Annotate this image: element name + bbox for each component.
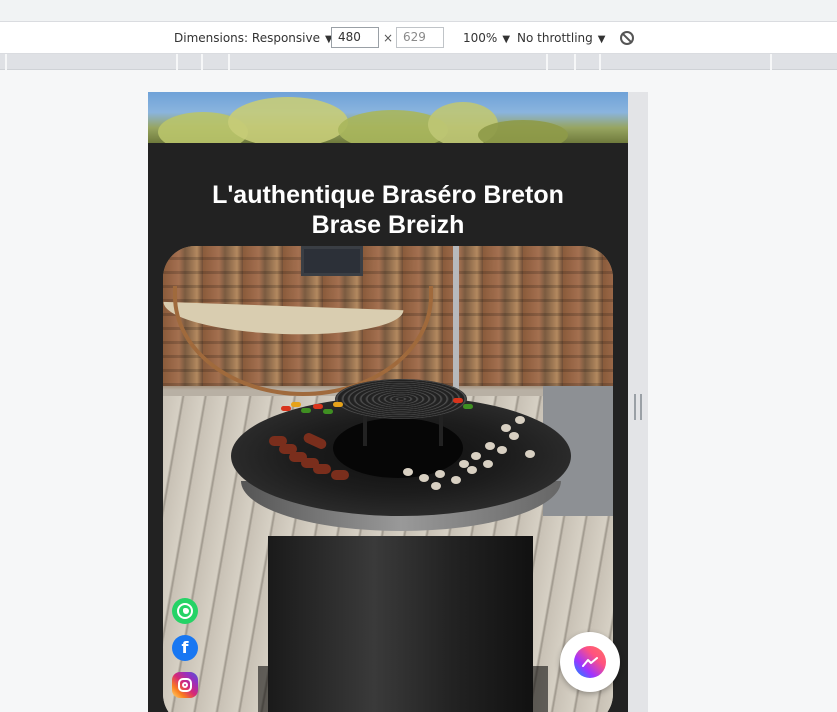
facebook-icon: f [181,638,189,657]
hero-image [148,92,628,143]
dimensions-dropdown[interactable]: Dimensions: Responsive ▼ [174,31,333,47]
dimensions-label: Dimensions: Responsive [174,31,320,45]
messenger-chat-button[interactable] [560,632,620,692]
rotate-icon[interactable] [620,31,634,45]
zoom-label: 100% [463,31,498,45]
width-input[interactable]: 480 [331,27,379,48]
brasero-photo [163,246,613,712]
zoom-dropdown[interactable]: 100% ▼ [463,31,510,47]
window [301,246,363,276]
page-viewport: L'authentique Braséro Breton Brase Breiz… [148,92,628,712]
device-toolbar: Dimensions: Responsive ▼ 480 × 629 100% ▼ … [0,22,837,54]
messenger-icon [574,646,606,678]
throttling-label: No throttling [517,31,593,45]
instagram-icon [178,678,192,692]
throttling-dropdown[interactable]: No throttling ▼ [517,31,605,47]
chevron-down-icon: ▼ [597,34,606,45]
title-line-2: Brase Breizh [311,211,465,239]
times-sign: × [383,31,394,45]
title-line-1: L'authentique Braséro Breton [212,181,564,209]
facebook-link[interactable]: f [172,635,198,661]
fire-hole [333,418,463,478]
resize-handle[interactable] [634,394,642,420]
page-title: L'authentique Braséro Breton Brase Breiz… [148,180,628,240]
chevron-down-icon: ▼ [502,34,511,45]
messenger-bolt-icon [582,657,598,667]
whatsapp-icon [177,603,193,619]
instagram-link[interactable] [172,672,198,698]
whatsapp-link[interactable] [172,598,198,624]
media-query-ruler[interactable] [0,54,837,70]
height-input[interactable]: 629 [396,27,444,48]
browser-top-strip [0,0,837,22]
brasero-pedestal [268,536,533,712]
grill-grate [335,379,467,419]
